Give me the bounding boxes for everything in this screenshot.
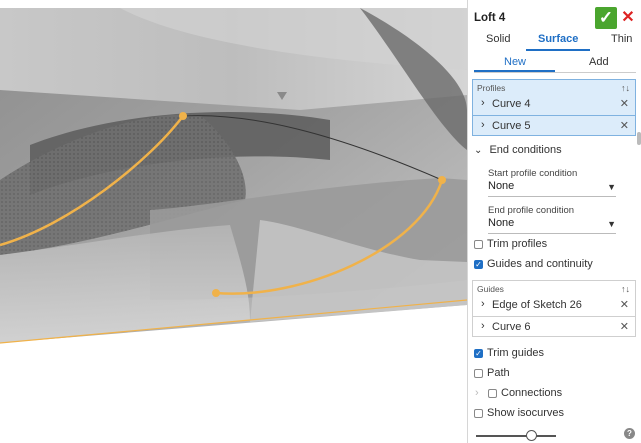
list-item[interactable]: › Curve 4 ✕ <box>473 94 637 114</box>
panel-scrollbar[interactable] <box>637 132 641 145</box>
list-item[interactable]: › Curve 5 ✕ <box>473 116 637 136</box>
start-condition-label: Start profile condition <box>488 168 578 179</box>
trim-guides-checkbox[interactable]: ✓ <box>474 349 483 358</box>
curve-point <box>438 176 446 184</box>
chevron-right-icon[interactable]: › <box>475 387 479 399</box>
isocurve-slider-handle[interactable] <box>526 430 537 441</box>
trim-profiles-checkbox[interactable] <box>474 240 483 249</box>
model-render <box>0 8 467 344</box>
select-value: None <box>488 180 515 192</box>
chevron-right-icon[interactable]: › <box>481 298 485 310</box>
creation-tabs: New Add <box>474 52 636 73</box>
guides-label: Guides <box>477 284 504 294</box>
cancel-button[interactable]: ✕ <box>620 7 636 29</box>
help-icon[interactable]: ? <box>624 428 635 439</box>
loft-feature-dialog: Loft 4 ✓ ✕ Solid Surface Thin New Add Pr… <box>467 0 641 443</box>
guide-label: Curve 6 <box>492 321 531 333</box>
caret-down-icon: ▼ <box>607 219 616 229</box>
curve-point <box>212 289 220 297</box>
checkmark-icon: ✓ <box>598 8 614 27</box>
path-checkbox[interactable] <box>474 369 483 378</box>
accept-button[interactable]: ✓ <box>595 7 617 29</box>
chevron-right-icon[interactable]: › <box>481 97 485 109</box>
list-item[interactable]: › Curve 6 ✕ <box>473 317 637 337</box>
caret-down-icon: ▼ <box>607 182 616 192</box>
end-condition-select[interactable]: None ▼ <box>488 217 616 234</box>
remove-icon[interactable]: ✕ <box>620 97 629 110</box>
loft-type-tabs: Solid Surface Thin <box>468 33 641 51</box>
trim-profiles-label: Trim profiles <box>487 238 548 250</box>
feature-title: Loft 4 <box>474 12 506 24</box>
curve-point <box>179 112 187 120</box>
section-label: End conditions <box>489 144 562 156</box>
active-tab-indicator <box>526 49 590 51</box>
connections-label: Connections <box>501 387 563 399</box>
guides-list[interactable]: Guides ↑↓ › Edge of Sketch 26 ✕ › Curve … <box>472 280 636 337</box>
start-condition-select[interactable]: None ▼ <box>488 180 616 197</box>
sort-icon[interactable]: ↑↓ <box>621 284 630 294</box>
tab-solid[interactable]: Solid <box>486 33 510 45</box>
isocurve-slider-track[interactable] <box>476 435 556 437</box>
guides-continuity-label: Guides and continuity <box>487 258 593 270</box>
tab-surface[interactable]: Surface <box>538 33 578 45</box>
show-isocurves-checkbox[interactable] <box>474 409 483 418</box>
tab-thin[interactable]: Thin <box>611 33 632 45</box>
active-subtab-indicator <box>474 70 555 72</box>
profiles-list[interactable]: Profiles ↑↓ › Curve 4 ✕ › Curve 5 ✕ <box>472 79 636 136</box>
show-isocurves-label: Show isocurves <box>487 407 565 419</box>
end-conditions-header[interactable]: ⌄ End conditions <box>474 144 562 156</box>
connections-checkbox[interactable] <box>488 389 497 398</box>
tab-add[interactable]: Add <box>589 56 609 68</box>
end-condition-label: End profile condition <box>488 205 575 216</box>
chevron-right-icon[interactable]: › <box>481 119 485 131</box>
profile-label: Curve 4 <box>492 98 531 110</box>
profiles-label: Profiles <box>477 83 506 93</box>
profile-label: Curve 5 <box>492 120 531 132</box>
list-item[interactable]: › Edge of Sketch 26 ✕ <box>473 295 637 315</box>
chevron-down-icon: ⌄ <box>474 145 483 156</box>
guide-label: Edge of Sketch 26 <box>492 299 582 311</box>
remove-icon[interactable]: ✕ <box>620 298 629 311</box>
tab-new[interactable]: New <box>504 56 526 68</box>
select-value: None <box>488 217 515 229</box>
graphics-viewport[interactable] <box>0 0 467 443</box>
path-label: Path <box>487 367 510 379</box>
remove-icon[interactable]: ✕ <box>620 119 629 132</box>
guides-continuity-checkbox[interactable]: ✓ <box>474 260 483 269</box>
trim-guides-label: Trim guides <box>487 347 545 359</box>
close-icon: ✕ <box>621 9 635 26</box>
chevron-right-icon[interactable]: › <box>481 320 485 332</box>
remove-icon[interactable]: ✕ <box>620 320 629 333</box>
sort-icon[interactable]: ↑↓ <box>621 83 630 93</box>
